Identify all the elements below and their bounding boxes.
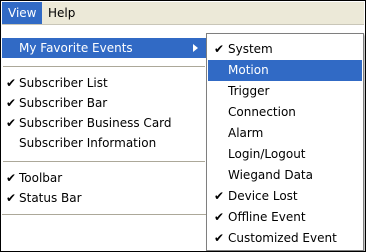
submenu-item-device-lost[interactable]: ✔ Device Lost <box>208 186 362 207</box>
submenu-item-offline-event[interactable]: ✔ Offline Event <box>208 207 362 228</box>
menu-item-label: Subscriber List <box>19 76 108 90</box>
menu-item-toolbar[interactable]: ✔ Toolbar <box>2 168 206 188</box>
submenu-item-label: Alarm <box>228 126 264 140</box>
submenu-item-alarm[interactable]: Alarm <box>208 123 362 144</box>
submenu-item-label: Motion <box>228 63 269 77</box>
check-icon: ✔ <box>213 42 225 56</box>
submenu-item-label: Device Lost <box>228 189 298 203</box>
menu-item-label: Subscriber Bar <box>19 96 108 110</box>
submenu-item-label: Customized Event <box>228 231 337 245</box>
menu-item-label: Status Bar <box>19 191 82 205</box>
menu-item-status-bar[interactable]: ✔ Status Bar <box>2 188 206 208</box>
check-icon: ✔ <box>213 189 225 203</box>
check-icon: ✔ <box>213 210 225 224</box>
submenu-item-label: Connection <box>228 105 296 119</box>
submenu-item-customized-event[interactable]: ✔ Customized Event <box>208 228 362 249</box>
menu-item-label: Subscriber Information <box>19 136 157 150</box>
submenu-item-label: System <box>228 42 273 56</box>
menu-separator <box>3 161 205 162</box>
submenu-item-motion[interactable]: Motion <box>208 60 362 81</box>
menu-item-subscriber-business-card[interactable]: ✔ Subscriber Business Card <box>2 113 206 133</box>
submenu-item-wiegand-data[interactable]: Wiegand Data <box>208 165 362 186</box>
menu-view[interactable]: View <box>2 2 43 24</box>
favorite-events-submenu: ✔ System Motion Trigger Connection Alarm… <box>206 33 364 251</box>
check-icon: ✔ <box>5 171 17 185</box>
view-dropdown-menu: My Favorite Events ✔ Subscriber List ✔ S… <box>2 33 207 215</box>
submenu-item-label: Trigger <box>228 84 270 98</box>
menu-item-subscriber-information[interactable]: Subscriber Information <box>2 133 206 153</box>
submenu-arrow-icon <box>193 44 198 52</box>
menu-bar: View Help <box>2 2 364 25</box>
check-icon: ✔ <box>213 231 225 245</box>
submenu-item-label: Login/Logout <box>228 147 306 161</box>
submenu-item-label: Offline Event <box>228 210 306 224</box>
check-icon: ✔ <box>5 76 17 90</box>
menu-item-subscriber-list[interactable]: ✔ Subscriber List <box>2 73 206 93</box>
submenu-item-trigger[interactable]: Trigger <box>208 81 362 102</box>
menu-item-label: Subscriber Business Card <box>19 116 172 130</box>
submenu-item-system[interactable]: ✔ System <box>208 39 362 60</box>
check-icon: ✔ <box>5 191 17 205</box>
menu-item-label: My Favorite Events <box>19 41 133 55</box>
menu-item-my-favorite-events[interactable]: My Favorite Events <box>2 38 206 58</box>
menu-separator <box>3 66 205 67</box>
check-icon: ✔ <box>5 116 17 130</box>
submenu-item-login-logout[interactable]: Login/Logout <box>208 144 362 165</box>
submenu-item-label: Wiegand Data <box>228 168 313 182</box>
submenu-item-connection[interactable]: Connection <box>208 102 362 123</box>
check-icon: ✔ <box>5 96 17 110</box>
menu-item-label: Toolbar <box>19 171 63 185</box>
menu-help[interactable]: Help <box>42 2 81 24</box>
menu-item-subscriber-bar[interactable]: ✔ Subscriber Bar <box>2 93 206 113</box>
window-frame: View Help My Favorite Events ✔ Subscribe… <box>0 0 366 252</box>
